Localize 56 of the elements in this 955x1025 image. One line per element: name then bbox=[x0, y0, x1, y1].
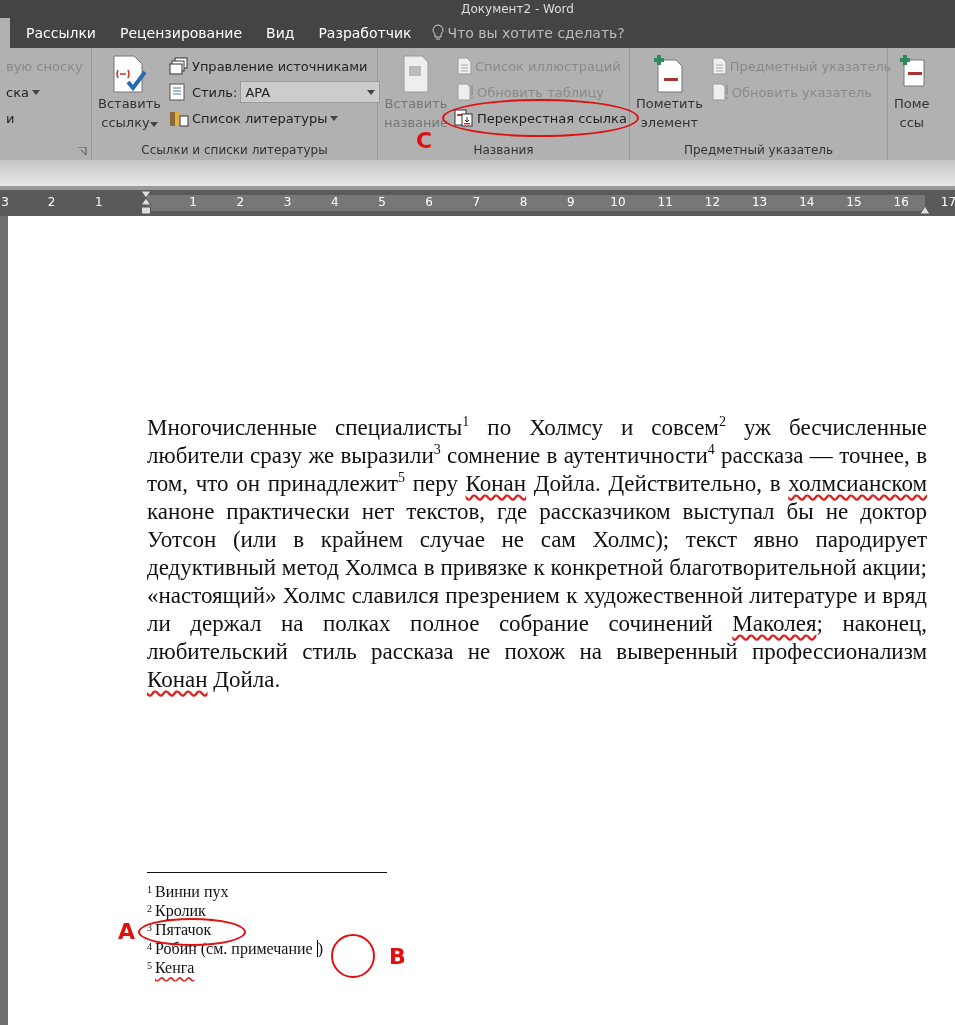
indent-marker-icon[interactable] bbox=[141, 191, 151, 215]
ruler-number: 2 bbox=[47, 195, 56, 209]
document-exclamation-icon bbox=[455, 83, 474, 101]
document-lines-icon bbox=[710, 57, 727, 75]
ribbon-small-button[interactable]: Управление источниками bbox=[166, 54, 383, 78]
ruler-number: 10 bbox=[610, 195, 626, 209]
ruler-number: 7 bbox=[472, 195, 481, 209]
books-icon bbox=[168, 109, 189, 127]
ruler-number: 3 bbox=[283, 195, 292, 209]
group-label: Ссылки и списки литературы bbox=[140, 142, 329, 159]
ribbon-small-button[interactable]: Перекрестная ссылка bbox=[451, 106, 629, 130]
lightbulb-icon bbox=[431, 24, 444, 42]
right-indent-marker-icon[interactable] bbox=[920, 206, 930, 214]
ribbon-small-button[interactable]: ска bbox=[4, 80, 85, 104]
ribbon-large-button[interactable]: Пометить элемент bbox=[634, 54, 705, 132]
ruler-number: 16 bbox=[893, 195, 909, 209]
ruler-number: 1 bbox=[189, 195, 197, 209]
group-label: Предметный указатель bbox=[682, 142, 835, 159]
cross-reference-icon bbox=[453, 109, 474, 127]
document-checkmark-icon bbox=[110, 54, 149, 94]
dropdown-caret-icon bbox=[367, 89, 376, 95]
ruler-number: 5 bbox=[378, 195, 386, 209]
ruler-number: 14 bbox=[799, 195, 815, 209]
ribbon-small-button[interactable]: Список литературы bbox=[166, 106, 383, 130]
ruler-number: 8 bbox=[519, 195, 528, 209]
ruler-number: 6 bbox=[425, 195, 433, 209]
ribbon-tab[interactable]: Рецензирование bbox=[108, 18, 255, 48]
annotation-ellipse bbox=[331, 934, 375, 978]
ribbon-large-button[interactable]: Поме ссы bbox=[892, 54, 932, 132]
document-lines-icon bbox=[455, 57, 472, 75]
ruler-number: 2 bbox=[236, 195, 245, 209]
ruler-number: 12 bbox=[704, 195, 721, 209]
stacked-pages-icon bbox=[168, 57, 189, 75]
ribbon-small-button[interactable]: и bbox=[4, 106, 85, 130]
dialog-launcher-icon[interactable] bbox=[78, 147, 87, 156]
ribbon-tab[interactable]: Вид bbox=[254, 18, 307, 48]
body-paragraph: Многочисленные специалисты$^{1}$ по Холмсу и совсем$^{2}$ уж бесчисленные любители сразу же выразили$^{3}$ сомнение в аутентичности$^{4}$ рассказа — точнее, в том, что он принадлежит$^{5}$ перу Конан Дойла. Действительно, в холмсианском каноне практически нет текстов, где рассказчиком выступал бы не доктор Уотсон (или в крайнем случае не сам Холмс); текст явно пародирует дедуктивный метод Холмса в привязке к конкретной благотворительной акции; «настоящий» Холмс славился презрением к художественной литературе и вряд ли держал на полках полное собрание сочинений Маколея; наконец, любительский стиль рассказа не похож на выверенный профессионализм Конан Дойла. bbox=[147, 414, 927, 694]
window-title: Документ2 - Word bbox=[461, 2, 574, 16]
ruler-number: 17 bbox=[940, 195, 955, 209]
ruler-number: 15 bbox=[846, 195, 862, 209]
picture-document-icon bbox=[401, 54, 430, 94]
ruler-number: 13 bbox=[751, 195, 768, 209]
style-select[interactable]: APA bbox=[240, 81, 381, 103]
tell-me-field[interactable]: Что вы хотите сделать? bbox=[447, 25, 625, 41]
document-exclamation-icon bbox=[710, 83, 729, 101]
ruler-number: 4 bbox=[331, 195, 339, 209]
ruler-number: 3 bbox=[1, 195, 9, 209]
ruler-number: 1 bbox=[95, 195, 103, 209]
ruler-number: 11 bbox=[657, 195, 673, 209]
ribbon-large-button[interactable]: Вставить ссылку bbox=[96, 54, 163, 132]
ribbon-tab[interactable]: Разработчик bbox=[306, 18, 424, 48]
ribbon-tab[interactable]: Рассылки bbox=[14, 18, 108, 48]
annotation-letter: A bbox=[118, 919, 136, 944]
ribbon-small-button[interactable]: Стиль: APA bbox=[166, 80, 383, 104]
ruler-number: 9 bbox=[567, 195, 575, 209]
annotation-letter: B bbox=[389, 944, 406, 969]
